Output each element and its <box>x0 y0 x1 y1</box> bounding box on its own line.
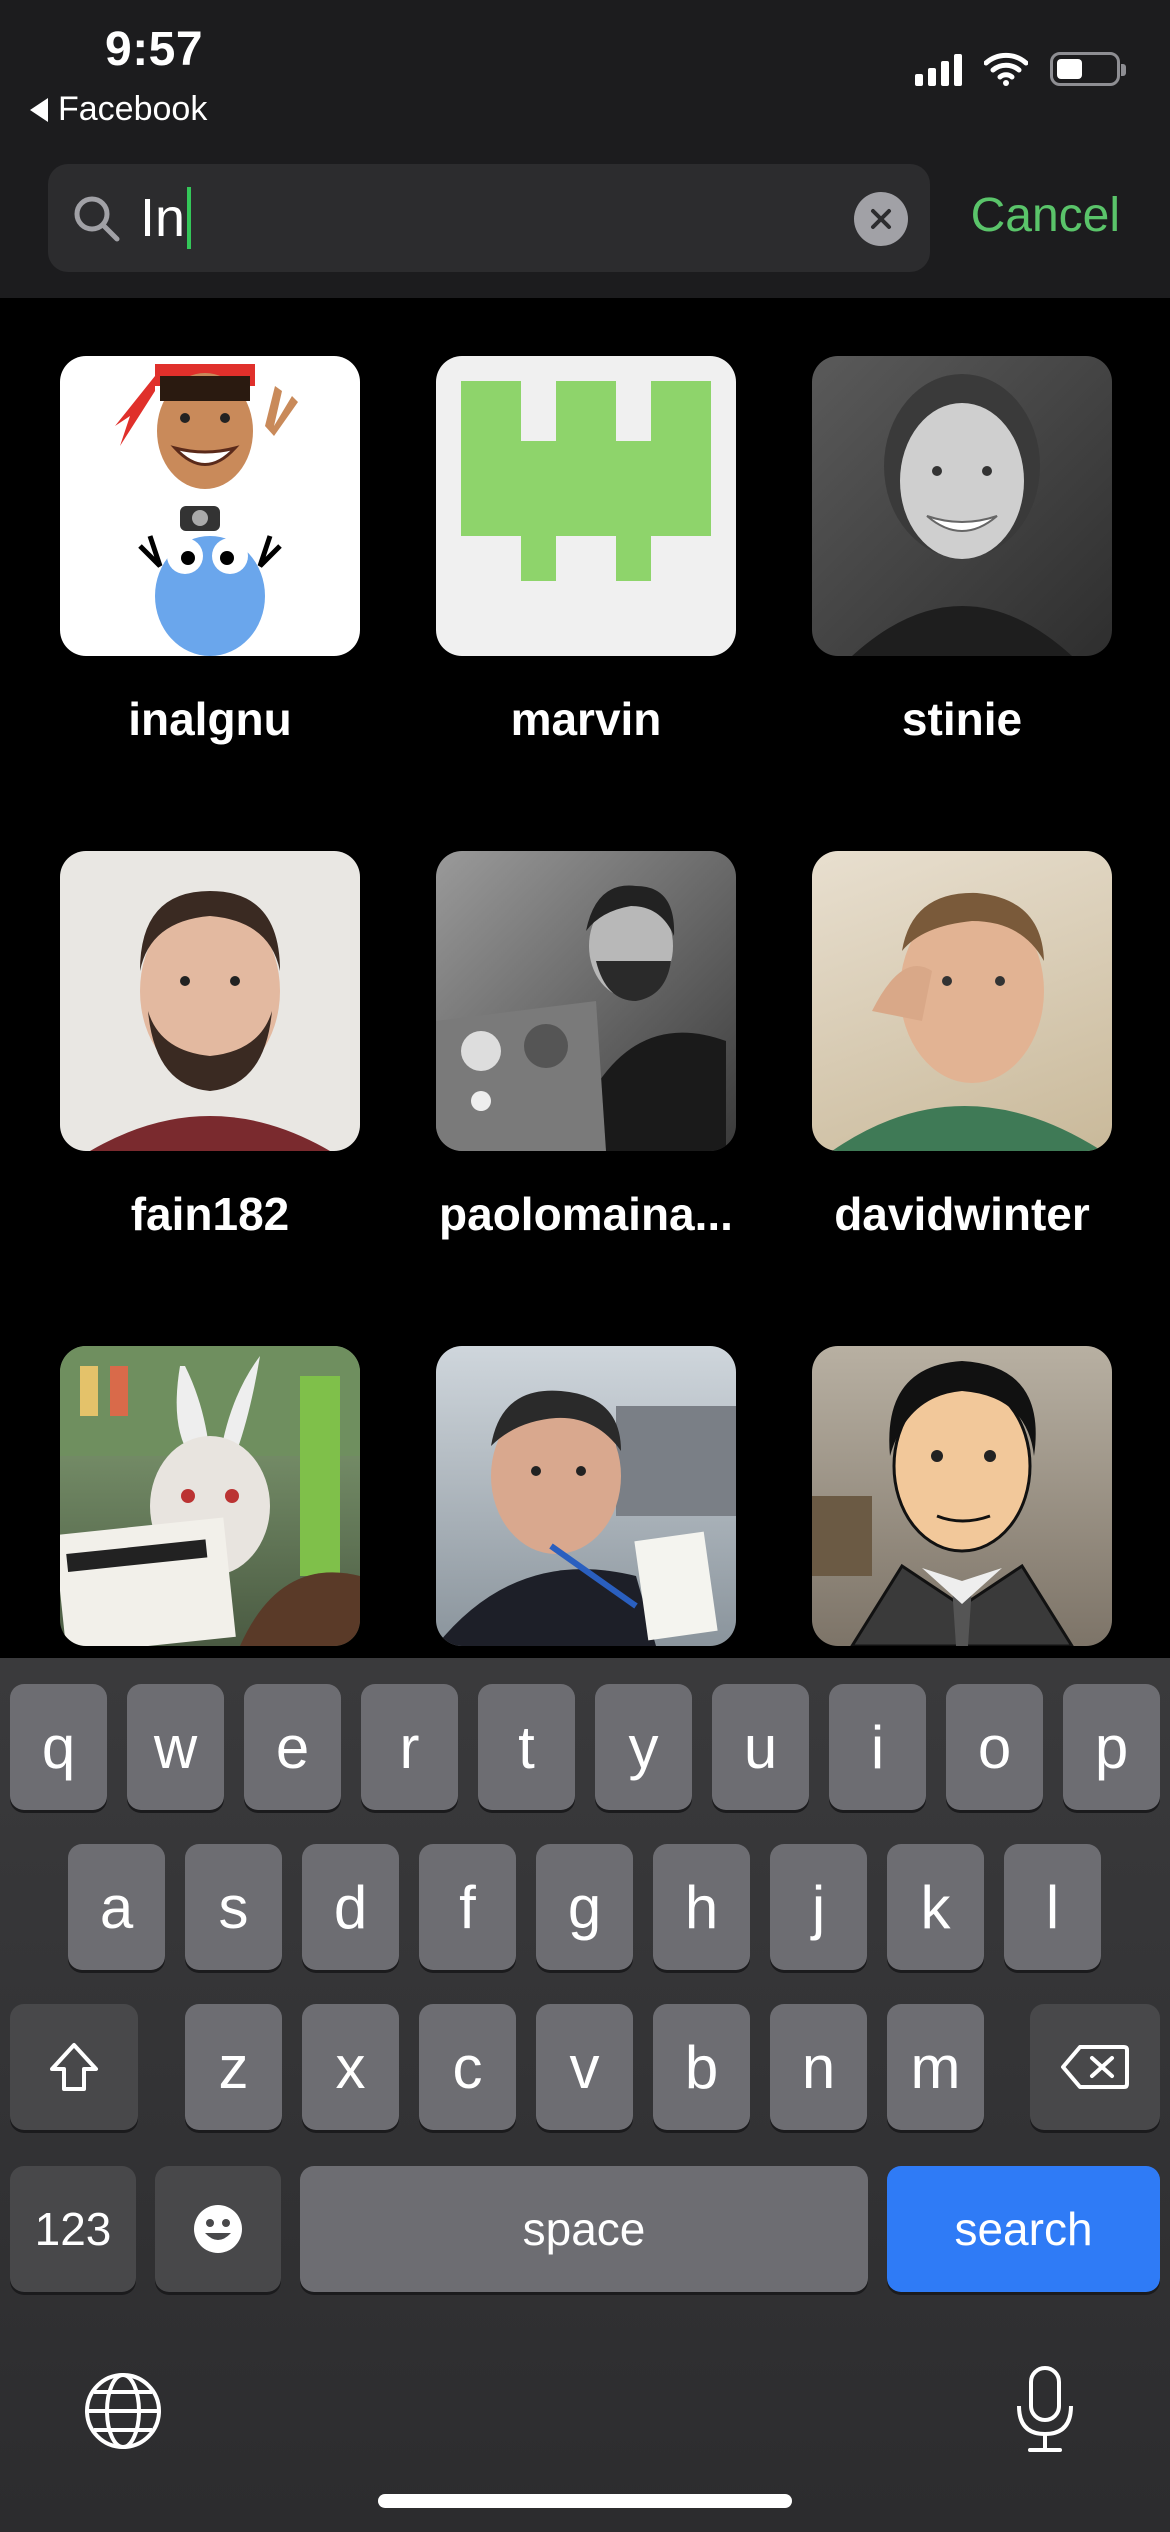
shift-key[interactable] <box>10 2004 138 2130</box>
result-name: paolomaina... <box>439 1188 733 1240</box>
avatar-cartoon-archer <box>812 1346 1112 1646</box>
key-f[interactable]: f <box>419 1844 516 1970</box>
cellular-signal-icon <box>915 52 962 86</box>
result-item[interactable]: davidwinter <box>812 851 1112 1241</box>
text-caret <box>187 187 192 249</box>
emoji-icon <box>194 2205 242 2253</box>
search-input[interactable]: In <box>140 186 192 250</box>
status-icons <box>915 52 1126 86</box>
globe-button[interactable] <box>82 2370 164 2457</box>
result-name: stinie <box>901 693 1023 745</box>
result-name: davidwinter <box>834 1188 1090 1240</box>
search-query-text: In <box>140 188 186 248</box>
result-item[interactable] <box>60 1346 360 1658</box>
result-item[interactable]: paolomaina... <box>436 851 736 1241</box>
key-l[interactable]: l <box>1004 1844 1101 1970</box>
key-c[interactable]: c <box>419 2004 516 2130</box>
shift-arrow-icon <box>50 2043 98 2091</box>
cancel-button[interactable]: Cancel <box>971 188 1120 243</box>
microphone-icon <box>1017 2366 1073 2452</box>
wifi-icon <box>984 52 1028 86</box>
avatar-photo-man-beard <box>60 851 360 1151</box>
avatar-photo-rabbit-mask <box>60 1346 360 1646</box>
battery-icon <box>1050 52 1126 86</box>
key-e[interactable]: e <box>244 1684 341 1810</box>
key-j[interactable]: j <box>770 1844 867 1970</box>
result-name: marvin <box>510 693 662 745</box>
numbers-key[interactable]: 123 <box>10 2166 136 2292</box>
result-name: fain182 <box>130 1188 290 1240</box>
result-item[interactable] <box>812 1346 1112 1658</box>
space-key[interactable]: space <box>300 2166 868 2292</box>
search-field[interactable]: In <box>48 164 930 272</box>
key-q[interactable]: q <box>10 1684 107 1810</box>
key-o[interactable]: o <box>946 1684 1043 1810</box>
avatar-photo-man-selfie <box>812 851 1112 1151</box>
key-k[interactable]: k <box>887 1844 984 1970</box>
key-r[interactable]: r <box>361 1684 458 1810</box>
result-item[interactable] <box>436 1346 736 1658</box>
back-to-app-link[interactable]: Facebook <box>30 90 207 129</box>
key-u[interactable]: u <box>712 1684 809 1810</box>
results-grid: inalgnu marvin stinie fain182 paolomaina… <box>0 298 1170 1658</box>
key-y[interactable]: y <box>595 1684 692 1810</box>
key-d[interactable]: d <box>302 1844 399 1970</box>
result-item[interactable]: marvin <box>436 356 736 746</box>
dictation-button[interactable] <box>1010 2364 1080 2461</box>
backspace-icon <box>1061 2045 1129 2089</box>
key-i[interactable]: i <box>829 1684 926 1810</box>
key-a[interactable]: a <box>68 1844 165 1970</box>
key-n[interactable]: n <box>770 2004 867 2130</box>
result-item[interactable]: inalgnu <box>60 356 360 746</box>
key-h[interactable]: h <box>653 1844 750 1970</box>
key-w[interactable]: w <box>127 1684 224 1810</box>
header: 9:57 Facebook In Cancel <box>0 0 1170 298</box>
avatar-photo-man-badge <box>436 1346 736 1646</box>
avatar-photo-woman-bw <box>812 356 1112 656</box>
key-m[interactable]: m <box>887 2004 984 2130</box>
result-name: inalgnu <box>128 693 292 745</box>
search-key[interactable]: search <box>887 2166 1160 2292</box>
avatar-photo-man-laptop-bw <box>436 851 736 1151</box>
search-icon <box>74 196 120 242</box>
key-z[interactable]: z <box>185 2004 282 2130</box>
result-item[interactable]: fain182 <box>60 851 360 1241</box>
key-p[interactable]: p <box>1063 1684 1160 1810</box>
back-app-label: Facebook <box>58 90 208 128</box>
key-b[interactable]: b <box>653 2004 750 2130</box>
status-time: 9:57 <box>105 23 204 76</box>
avatar-cartoon-gopher <box>60 356 360 656</box>
keyboard: q w e r t y u i o p a s d f g h j k l z … <box>0 1658 1170 2532</box>
close-icon <box>871 209 891 229</box>
avatar-green-castle-logo <box>436 356 736 656</box>
back-triangle-icon <box>30 97 48 122</box>
key-t[interactable]: t <box>478 1684 575 1810</box>
key-v[interactable]: v <box>536 2004 633 2130</box>
key-x[interactable]: x <box>302 2004 399 2130</box>
emoji-key[interactable] <box>155 2166 281 2292</box>
key-s[interactable]: s <box>185 1844 282 1970</box>
globe-icon <box>85 2373 161 2449</box>
home-indicator[interactable] <box>378 2494 792 2508</box>
result-item[interactable]: stinie <box>812 356 1112 746</box>
delete-key[interactable] <box>1030 2004 1160 2130</box>
key-g[interactable]: g <box>536 1844 633 1970</box>
clear-search-button[interactable] <box>854 192 908 246</box>
